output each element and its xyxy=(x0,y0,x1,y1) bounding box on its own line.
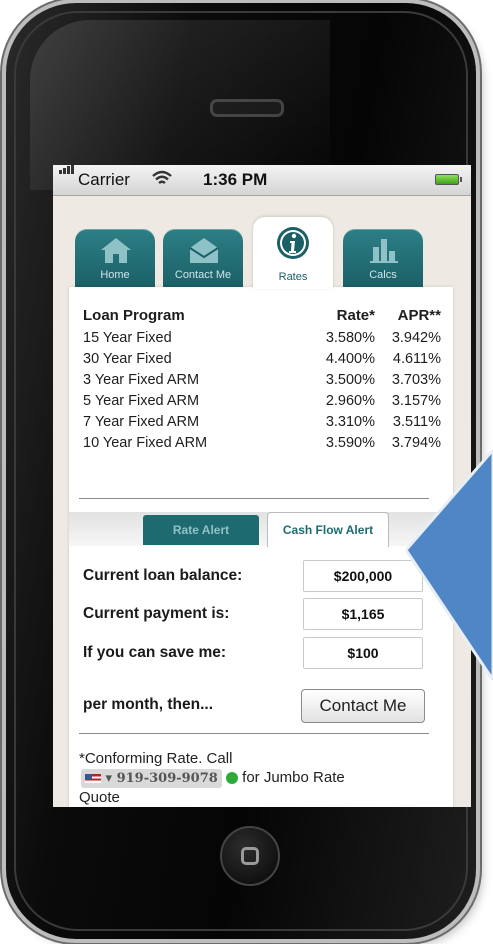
payment-label: Current payment is: xyxy=(83,605,230,622)
status-time: 1:36 PM xyxy=(203,170,268,189)
tab-rate-alert[interactable]: Rate Alert xyxy=(143,515,259,545)
carrier-name: Carrier xyxy=(78,170,130,189)
footnote-line2: ▾ 919-309-9078 for Jumbo Rate xyxy=(79,768,439,788)
per-month-label: per month, then... xyxy=(83,696,214,713)
rates-header-row: Loan Program Rate* APR** xyxy=(83,305,441,328)
table-row: 5 Year Fixed ARM 2.960% 3.157% xyxy=(83,393,441,409)
divider xyxy=(79,498,429,499)
table-row: 3 Year Fixed ARM 3.500% 3.703% xyxy=(83,372,441,388)
phone-number: 919-309-9078 xyxy=(116,771,218,786)
contact-me-button[interactable]: Contact Me xyxy=(301,689,425,723)
pointer-arrow-icon xyxy=(406,450,493,680)
table-row: 30 Year Fixed 4.400% 4.611% xyxy=(83,351,441,367)
footnote-line3: Quote xyxy=(79,789,120,806)
envelope-icon xyxy=(189,238,219,263)
footnote-jumbo: for Jumbo Rate xyxy=(242,769,345,786)
alert-tab-strip xyxy=(69,512,453,546)
battery-icon xyxy=(435,174,462,185)
tab-home[interactable]: Home xyxy=(75,229,155,287)
call-icon[interactable] xyxy=(226,772,238,785)
phone-number-chip[interactable]: ▾ 919-309-9078 xyxy=(81,769,222,788)
rates-panel: Loan Program Rate* APR** 15 Year Fixed 3… xyxy=(69,287,453,807)
footnote: *Conforming Rate. Call ▾ 919-309-9078 fo… xyxy=(79,749,439,807)
table-row: 15 Year Fixed 3.580% 3.942% xyxy=(83,330,441,346)
tab-calcs[interactable]: Calcs xyxy=(343,229,423,287)
payment-field[interactable]: $1,165 xyxy=(303,598,423,630)
tab-cash-flow-alert[interactable]: Cash Flow Alert xyxy=(267,512,389,547)
header-loan-program: Loan Program xyxy=(83,307,185,324)
table-row: 7 Year Fixed ARM 3.310% 3.511% xyxy=(83,414,441,430)
tab-contact-me[interactable]: Contact Me xyxy=(163,229,243,287)
divider xyxy=(79,733,429,734)
table-row: 10 Year Fixed ARM 3.590% 3.794% xyxy=(83,435,441,451)
tab-rates[interactable]: Rates xyxy=(253,217,333,289)
earpiece-speaker xyxy=(210,99,284,117)
footnote-line1: *Conforming Rate. Call xyxy=(79,750,233,767)
status-bar: Carrier 1:36 PM xyxy=(53,165,471,196)
savings-field[interactable]: $100 xyxy=(303,637,423,669)
rates-table: Loan Program Rate* APR** 15 Year Fixed 3… xyxy=(83,305,441,454)
header-rate: Rate* xyxy=(336,307,375,324)
header-apr: APR** xyxy=(397,307,441,324)
loan-balance-field[interactable]: $200,000 xyxy=(303,560,423,592)
us-flag-icon xyxy=(85,774,101,783)
info-icon xyxy=(277,227,309,259)
home-icon xyxy=(101,238,131,263)
balance-label: Current loan balance: xyxy=(83,567,243,584)
bar-chart-icon xyxy=(370,239,398,263)
wifi-icon xyxy=(152,170,172,184)
savings-label: If you can save me: xyxy=(83,644,227,661)
tab-bar: Home Contact Me Rates Calcs xyxy=(69,217,453,289)
home-hardware-button[interactable] xyxy=(220,826,280,886)
